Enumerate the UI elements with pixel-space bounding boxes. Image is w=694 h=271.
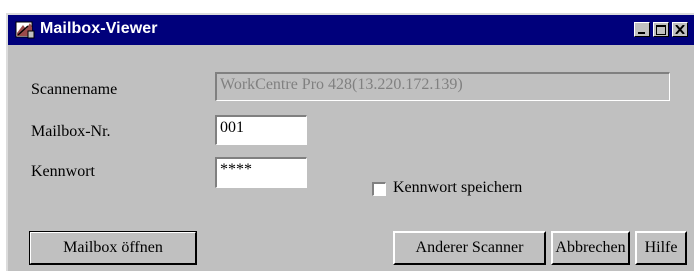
mailbox-viewer-window: Mailbox-Viewer Scannername WorkCentre Pr… bbox=[6, 13, 694, 271]
password-label: Kennwort bbox=[31, 163, 95, 180]
minimize-button[interactable] bbox=[634, 22, 650, 37]
password-input[interactable]: **** bbox=[215, 157, 307, 188]
window-title: Mailbox-Viewer bbox=[40, 20, 158, 37]
mailbox-scanner-icon bbox=[14, 19, 36, 41]
cancel-button[interactable]: Abbrechen bbox=[551, 231, 630, 265]
scanner-name-field: WorkCentre Pro 428(13.220.172.139) bbox=[215, 72, 670, 101]
mailbox-number-input[interactable]: 001 bbox=[215, 115, 307, 145]
save-password-checkbox[interactable] bbox=[372, 182, 386, 196]
open-mailbox-button[interactable]: Mailbox öffnen bbox=[29, 231, 197, 265]
save-password-label[interactable]: Kennwort speichern bbox=[393, 179, 522, 197]
help-button[interactable]: Hilfe bbox=[635, 231, 687, 265]
title-bar[interactable]: Mailbox-Viewer bbox=[8, 15, 694, 45]
maximize-button[interactable] bbox=[653, 22, 669, 37]
mailbox-number-label: Mailbox-Nr. bbox=[31, 123, 111, 140]
close-icon bbox=[675, 25, 685, 34]
scanner-name-label: Scannername bbox=[31, 81, 118, 98]
close-button[interactable] bbox=[672, 22, 688, 37]
other-scanner-button[interactable]: Anderer Scanner bbox=[393, 231, 546, 265]
